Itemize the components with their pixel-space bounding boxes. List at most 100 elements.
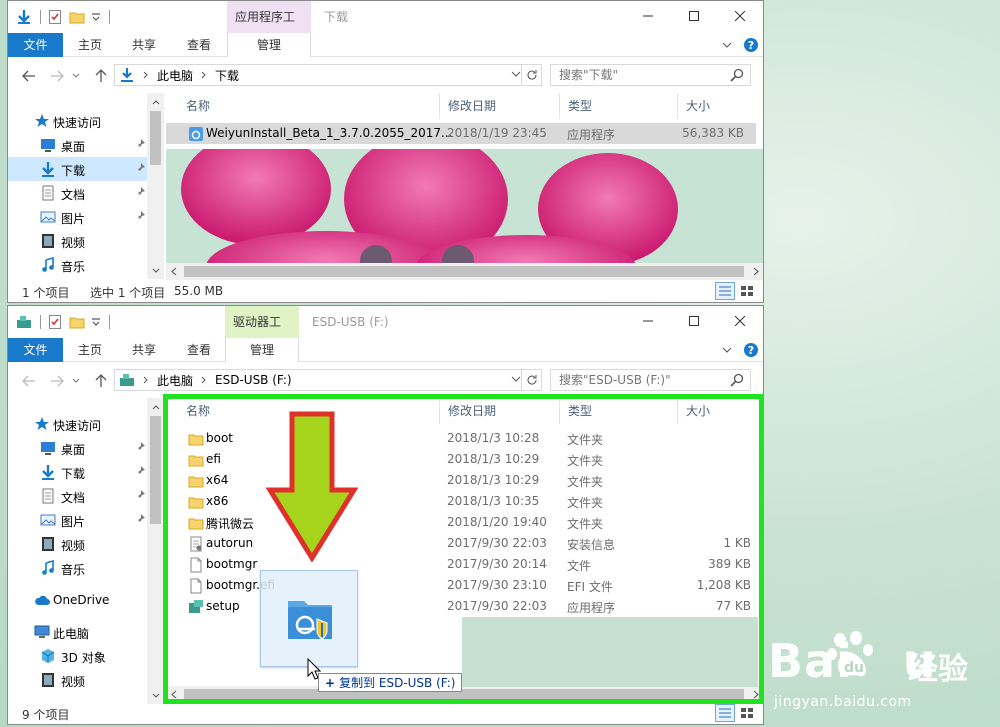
- nav-videos-pc[interactable]: 视频: [8, 668, 164, 692]
- search-box[interactable]: [550, 64, 751, 86]
- pin-icon[interactable]: [134, 210, 146, 222]
- scroll-up-button[interactable]: [147, 93, 164, 110]
- help-icon[interactable]: ?: [743, 342, 759, 358]
- nav-downloads[interactable]: 下载: [8, 157, 164, 181]
- nav-this-pc[interactable]: 此电脑: [8, 620, 164, 644]
- column-size[interactable]: 大小: [678, 93, 763, 119]
- nav-quick-access[interactable]: 快速访问: [8, 109, 164, 133]
- search-input[interactable]: [551, 65, 721, 85]
- up-button[interactable]: [92, 372, 110, 390]
- minimize-button[interactable]: [625, 1, 671, 31]
- nav-videos[interactable]: 视频: [8, 229, 164, 253]
- nav-desktop[interactable]: 桌面: [8, 436, 164, 460]
- nav-pictures[interactable]: 图片: [8, 205, 164, 229]
- scroll-up-button[interactable]: [147, 398, 164, 415]
- scroll-thumb[interactable]: [184, 266, 744, 277]
- forward-button[interactable]: [48, 372, 66, 390]
- column-name[interactable]: 名称: [178, 93, 440, 119]
- refresh-button[interactable]: [521, 65, 541, 85]
- expand-ribbon-icon[interactable]: [721, 39, 733, 51]
- details-view-button[interactable]: [715, 282, 735, 300]
- chevron-right-icon[interactable]: [753, 267, 759, 276]
- horizontal-scrollbar[interactable]: [166, 263, 763, 280]
- pin-icon[interactable]: [134, 138, 146, 150]
- back-button[interactable]: [20, 372, 38, 390]
- address-bar[interactable]: 此电脑 ESD-USB (F:): [114, 369, 542, 391]
- tab-share[interactable]: 共享: [118, 338, 170, 362]
- tab-file[interactable]: 文件: [8, 33, 63, 57]
- nav-music[interactable]: 音乐: [8, 253, 164, 277]
- tab-file[interactable]: 文件: [8, 338, 63, 362]
- tab-home[interactable]: 主页: [64, 33, 116, 57]
- tab-manage[interactable]: 管理: [225, 338, 299, 362]
- up-button[interactable]: [92, 67, 110, 85]
- details-view-button[interactable]: [715, 704, 735, 722]
- address-dropdown-icon[interactable]: [511, 373, 521, 385]
- column-date[interactable]: 修改日期: [440, 93, 560, 119]
- tab-share[interactable]: 共享: [118, 33, 170, 57]
- column-type[interactable]: 类型: [560, 93, 678, 119]
- new-folder-icon[interactable]: [69, 314, 85, 330]
- properties-icon[interactable]: [47, 314, 63, 330]
- qat-dropdown-icon[interactable]: [91, 9, 101, 25]
- pin-icon[interactable]: [134, 162, 146, 174]
- qat-dropdown-icon[interactable]: [91, 314, 101, 330]
- nav-music[interactable]: 音乐: [8, 556, 164, 580]
- breadcrumb-this-pc[interactable]: 此电脑: [157, 67, 193, 84]
- maximize-button[interactable]: [671, 1, 717, 31]
- tab-view[interactable]: 查看: [173, 33, 225, 57]
- scroll-thumb[interactable]: [150, 111, 161, 165]
- new-folder-icon[interactable]: [69, 9, 85, 25]
- nav-videos[interactable]: 视频: [8, 532, 164, 556]
- breadcrumb-this-pc[interactable]: 此电脑: [157, 372, 193, 389]
- nav-vertical-scrollbar[interactable]: [147, 398, 164, 704]
- nav-documents[interactable]: 文档: [8, 181, 164, 205]
- pin-icon[interactable]: [134, 441, 146, 453]
- forward-button[interactable]: [48, 67, 66, 85]
- tab-view[interactable]: 查看: [173, 338, 225, 362]
- nav-documents[interactable]: 文档: [8, 484, 164, 508]
- maximize-button[interactable]: [671, 306, 717, 336]
- nav-quick-access[interactable]: 快速访问: [8, 412, 164, 436]
- usb-drive-icon[interactable]: [16, 314, 32, 330]
- address-dropdown-icon[interactable]: [511, 68, 521, 80]
- pin-icon[interactable]: [134, 513, 146, 525]
- large-icons-view-button[interactable]: [737, 704, 757, 722]
- pin-icon[interactable]: [134, 186, 146, 198]
- nav-desktop[interactable]: 桌面: [8, 133, 164, 157]
- table-row[interactable]: WeiyunInstall_Beta_1_3.7.0.2055_2017... …: [166, 123, 756, 144]
- context-tab-drive-tools[interactable]: 驱动器工具: [225, 306, 299, 361]
- pin-icon[interactable]: [134, 465, 146, 477]
- expand-ribbon-icon[interactable]: [721, 344, 733, 356]
- refresh-button[interactable]: [521, 370, 541, 390]
- search-input[interactable]: [551, 370, 721, 390]
- nav-onedrive[interactable]: OneDrive: [8, 588, 164, 612]
- breadcrumb-current[interactable]: 下载: [215, 67, 239, 84]
- large-icons-view-button[interactable]: [737, 282, 757, 300]
- download-arrow-icon[interactable]: [16, 9, 32, 25]
- nav-downloads[interactable]: 下载: [8, 460, 164, 484]
- tab-manage[interactable]: 管理: [227, 33, 311, 57]
- breadcrumb-current[interactable]: ESD-USB (F:): [215, 373, 292, 387]
- chevron-left-icon[interactable]: [171, 267, 177, 276]
- tab-home[interactable]: 主页: [64, 338, 116, 362]
- search-icon[interactable]: [730, 68, 744, 82]
- close-button[interactable]: [717, 306, 763, 336]
- properties-icon[interactable]: [47, 9, 63, 25]
- search-box[interactable]: [550, 369, 751, 391]
- help-icon[interactable]: ?: [743, 37, 759, 53]
- nav-pictures[interactable]: 图片: [8, 508, 164, 532]
- minimize-button[interactable]: [625, 306, 671, 336]
- pin-icon[interactable]: [134, 489, 146, 501]
- context-tab-app-tools[interactable]: 应用程序工具: [227, 1, 311, 56]
- recent-locations-button[interactable]: [70, 67, 82, 85]
- address-bar[interactable]: 此电脑 下载: [114, 64, 542, 86]
- nav-vertical-scrollbar[interactable]: [147, 93, 164, 279]
- scroll-thumb[interactable]: [150, 416, 161, 524]
- close-button[interactable]: [717, 1, 763, 31]
- recent-locations-button[interactable]: [70, 372, 82, 390]
- back-button[interactable]: [20, 67, 38, 85]
- nav-3d-objects[interactable]: 3D 对象: [8, 644, 164, 668]
- search-icon[interactable]: [730, 373, 744, 387]
- scroll-down-button[interactable]: [147, 262, 164, 279]
